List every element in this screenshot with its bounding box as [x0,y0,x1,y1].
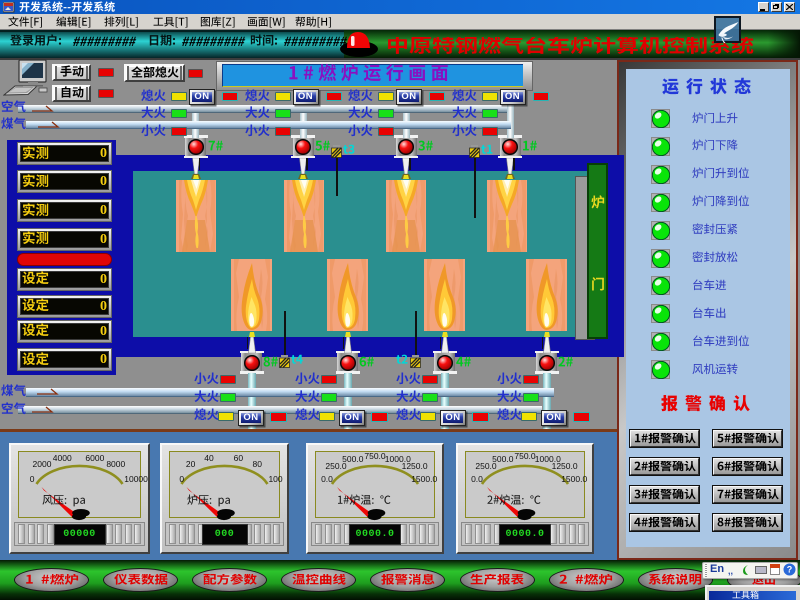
svg-text:?: ? [787,565,793,575]
